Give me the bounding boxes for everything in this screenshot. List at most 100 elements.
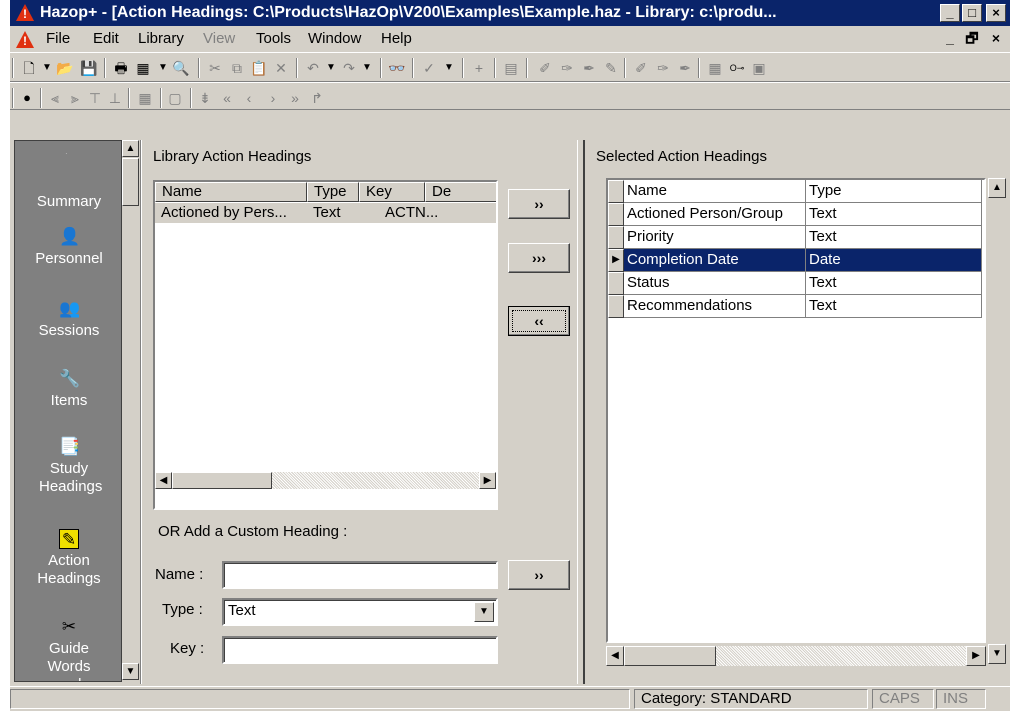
nav-personnel[interactable]: 👤 Personnel xyxy=(15,227,121,267)
document-warning-icon[interactable] xyxy=(16,31,34,48)
custom-type-select[interactable]: Text ▼ xyxy=(222,598,498,626)
insert-row-icon[interactable]: ⇟ xyxy=(196,89,214,107)
undo-dropdown-arrow-icon[interactable]: ▼ xyxy=(322,59,340,77)
copy-icon[interactable]: ⧉ xyxy=(228,59,246,77)
menu-help[interactable]: Help xyxy=(381,30,412,47)
grid-row[interactable]: Status Text xyxy=(608,272,984,295)
next-record-icon[interactable]: › xyxy=(264,89,282,107)
undo-icon[interactable]: ↶ xyxy=(304,59,322,77)
grid-scroll-right-arrow-icon[interactable]: ▶ xyxy=(966,646,986,666)
grid-scroll-down-arrow-icon[interactable]: ▼ xyxy=(988,644,1006,664)
library-hscrollbar[interactable]: ◀ ▶ xyxy=(155,472,496,489)
tool-f-icon[interactable]: ✑ xyxy=(654,59,672,77)
last-record-icon[interactable]: » xyxy=(286,89,304,107)
menu-view[interactable]: View xyxy=(203,30,235,47)
tool-d-icon[interactable]: ✎ xyxy=(602,59,620,77)
minimize-button[interactable]: _ xyxy=(940,4,960,22)
library-hscroll-thumb[interactable] xyxy=(172,472,272,489)
custom-key-input[interactable] xyxy=(222,636,498,664)
maximize-button[interactable]: □ xyxy=(962,4,982,22)
paste-icon[interactable]: 📋 xyxy=(250,59,268,77)
scroll-down-arrow-icon[interactable]: ▼ xyxy=(122,663,139,680)
align-bottom-icon[interactable]: ⊥ xyxy=(106,89,124,107)
grid-snap-icon[interactable]: ▦ xyxy=(136,89,154,107)
print-preview-icon[interactable]: 🔍 xyxy=(172,59,190,77)
add-custom-heading-button[interactable]: ›› xyxy=(508,560,570,590)
library-row[interactable]: Actioned by Pers... Text ACTN... xyxy=(155,203,496,223)
library-column-name[interactable]: Name xyxy=(155,182,307,202)
scroll-up-arrow-icon[interactable]: ▲ xyxy=(122,140,139,157)
align-right-icon[interactable]: ⫸ xyxy=(66,89,84,107)
first-record-icon[interactable]: « xyxy=(218,89,236,107)
print-icon[interactable]: 🖶 xyxy=(112,59,130,77)
scroll-thumb[interactable] xyxy=(122,158,139,206)
grid-view-icon[interactable]: ▦ xyxy=(706,59,724,77)
calculator-icon[interactable]: ▤ xyxy=(502,59,520,77)
pane-splitter[interactable] xyxy=(577,140,585,684)
add-plus-icon[interactable]: + xyxy=(470,59,488,77)
grid-dropdown-arrow-icon[interactable]: ▼ xyxy=(154,59,172,77)
grid-scroll-left-arrow-icon[interactable]: ◀ xyxy=(606,646,624,666)
mdi-close-button[interactable]: × xyxy=(986,29,1006,47)
menu-library[interactable]: Library xyxy=(138,30,184,47)
nav-summary[interactable]: Summary xyxy=(15,193,121,210)
previous-record-icon[interactable]: ‹ xyxy=(240,89,258,107)
find-binoculars-icon[interactable]: 👓 xyxy=(388,59,406,77)
mdi-minimize-button[interactable]: _ xyxy=(940,29,960,47)
grid-column-name[interactable]: Name xyxy=(624,180,806,203)
record-dot-icon[interactable]: ● xyxy=(18,89,36,107)
new-dropdown-arrow-icon[interactable]: ▼ xyxy=(38,59,56,77)
delete-icon[interactable]: ✕ xyxy=(272,59,290,77)
mdi-restore-button[interactable]: 🗗 xyxy=(962,29,982,47)
new-document-icon[interactable]: 🗋 xyxy=(20,59,38,77)
custom-name-input[interactable] xyxy=(222,561,498,589)
save-disk-icon[interactable]: 💾 xyxy=(80,59,98,77)
nav-guide-words[interactable]: ✂ Guide Words and xyxy=(15,617,121,681)
grid-row[interactable]: Recommendations Text xyxy=(608,295,984,318)
selected-headings-grid[interactable]: Name Type Actioned Person/Group Text Pri… xyxy=(606,178,986,643)
tool-a-icon[interactable]: ✐ xyxy=(536,59,554,77)
redo-dropdown-arrow-icon[interactable]: ▼ xyxy=(358,59,376,77)
grid-row[interactable]: Priority Text xyxy=(608,226,984,249)
nav-study-headings[interactable]: 📑 Study Headings xyxy=(15,437,121,496)
tool-b-icon[interactable]: ✑ xyxy=(558,59,576,77)
open-folder-icon[interactable]: 📂 xyxy=(56,59,74,77)
nav-action-headings[interactable]: ✎ Action Headings xyxy=(15,529,121,588)
goto-record-icon[interactable]: ↱ xyxy=(308,89,326,107)
redo-icon[interactable]: ↷ xyxy=(340,59,358,77)
grid-scroll-up-arrow-icon[interactable]: ▲ xyxy=(988,178,1006,198)
menu-edit[interactable]: Edit xyxy=(93,30,119,47)
grid-row[interactable]: Actioned Person/Group Text xyxy=(608,203,984,226)
spelling-dropdown-arrow-icon[interactable]: ▼ xyxy=(440,59,458,77)
grid-row-selected[interactable]: ▶ Completion Date Date xyxy=(608,249,984,272)
menu-file[interactable]: File xyxy=(46,30,70,47)
type-dropdown-arrow-icon[interactable]: ▼ xyxy=(474,602,494,622)
grid-column-type[interactable]: Type xyxy=(806,180,982,203)
grid-hscrollbar[interactable]: ◀ ▶ xyxy=(606,646,986,666)
grid-vscrollbar[interactable]: ▲ ▼ xyxy=(986,178,1006,666)
library-headings-list[interactable]: Name Type Key De Actioned by Pers... Tex… xyxy=(153,180,498,510)
align-top-icon[interactable]: ⊤ xyxy=(86,89,104,107)
menu-window[interactable]: Window xyxy=(308,30,361,47)
sidebar-scrollbar[interactable]: ▲ ▼ xyxy=(122,140,139,682)
remove-selected-button[interactable]: ‹‹ xyxy=(508,306,570,336)
close-button[interactable]: × xyxy=(986,4,1006,22)
grid-hscroll-thumb[interactable] xyxy=(624,646,716,666)
menu-tools[interactable]: Tools xyxy=(256,30,291,47)
table-grid-icon[interactable]: ▦ xyxy=(134,59,152,77)
tool-e-icon[interactable]: ✐ xyxy=(632,59,650,77)
key-icon[interactable]: O⊸ xyxy=(728,59,746,77)
library-column-type[interactable]: Type xyxy=(307,182,359,202)
add-selected-button[interactable]: ›› xyxy=(508,189,570,219)
library-column-key[interactable]: Key xyxy=(359,182,425,202)
spelling-icon[interactable]: ✓ xyxy=(420,59,438,77)
nav-items[interactable]: 🔧 Items xyxy=(15,369,121,409)
add-all-button[interactable]: ››› xyxy=(508,243,570,273)
align-left-icon[interactable]: ⫷ xyxy=(46,89,64,107)
scroll-left-arrow-icon[interactable]: ◀ xyxy=(155,472,172,489)
form-view-icon[interactable]: ▣ xyxy=(750,59,768,77)
nav-sessions[interactable]: 👥 Sessions xyxy=(15,299,121,339)
cut-icon[interactable]: ✂ xyxy=(206,59,224,77)
tool-g-icon[interactable]: ✒ xyxy=(676,59,694,77)
tool-c-icon[interactable]: ✒ xyxy=(580,59,598,77)
